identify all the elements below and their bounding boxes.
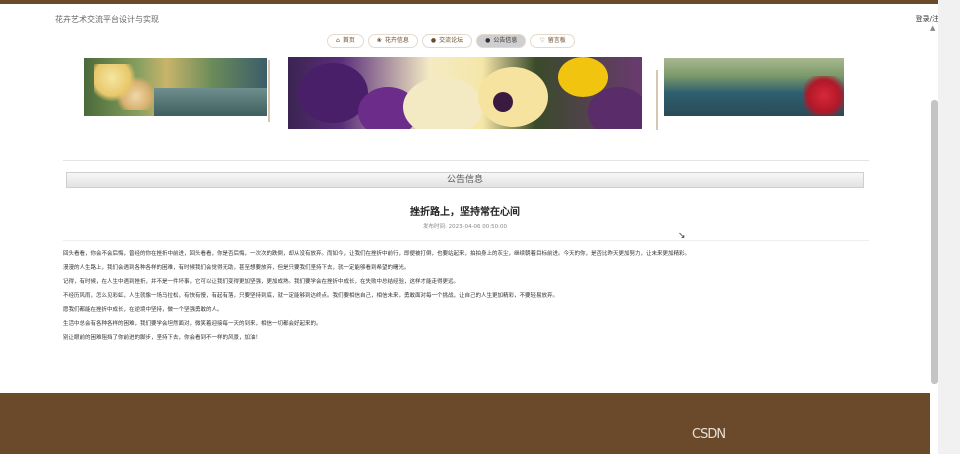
banner-image-pansies[interactable] (288, 57, 642, 129)
section-title: 公告信息 (446, 175, 483, 185)
banner-flowers (94, 64, 154, 110)
banner-divider (268, 60, 270, 122)
mouse-cursor-icon: ↘ (678, 231, 686, 241)
nav-item-home[interactable]: ⌂ 首页 (327, 34, 364, 48)
banner-image-garden[interactable] (84, 58, 267, 116)
paragraph: 别让眼前的困难阻挡了你前进的脚步，坚持下去，你会看到不一样的风景，加油！ (63, 335, 262, 341)
divider (63, 240, 869, 241)
home-icon: ⌂ (336, 37, 340, 44)
banner-water (154, 88, 267, 116)
paragraph: 漫漫的人生路上，我们会遇到各种各样的困难，有时候我们会觉得无助，甚至想要放弃，但… (63, 265, 410, 271)
message-icon: ♡ (539, 37, 545, 44)
paragraph: 愿我们都能在挫折中成长，在逆境中坚持，做一个坚强勇敢的人。 (63, 307, 223, 313)
pansy-petal (403, 77, 483, 129)
nav-item-notice[interactable]: ● 公告信息 (476, 34, 527, 48)
pansy-petal (588, 87, 642, 129)
pansy-petal (478, 67, 548, 127)
notice-icon: ● (485, 37, 491, 44)
nav-item-flowers[interactable]: ❀ 花卉信息 (367, 34, 418, 48)
post-meta: 发布时间: 2023-04-06 00:50:00 (422, 224, 507, 230)
post-content: 回头看看，你会不会后悔，曾经的你在挫折中前进，回头看看，你是否后悔，一次次的跌倒… (63, 251, 859, 349)
paragraph: 记得，有时候，在人生中遇到挫折，并不是一件坏事，它可以让我们变得更加坚强，更加成… (63, 279, 460, 285)
section-title-bar: 公告信息 (66, 172, 864, 188)
pansy-petal (493, 92, 513, 112)
scrollbar-track[interactable] (938, 0, 960, 454)
footer-logo: CSDN (692, 427, 726, 442)
main-nav: ⌂ 首页 ❀ 花卉信息 ● 交流论坛 ● 公告信息 ♡ 留言板 (327, 34, 575, 48)
scroll-up-icon[interactable]: ▲ (930, 24, 938, 32)
banner-red-flowers (804, 76, 844, 116)
divider (63, 160, 869, 161)
paragraph: 不经历风雨，怎么见彩虹，人生就像一场马拉松，有快有慢，有起有落，只要坚持到底，就… (63, 293, 559, 299)
footer (0, 393, 930, 454)
banner-image-lake[interactable] (664, 58, 844, 116)
nav-item-message[interactable]: ♡ 留言板 (530, 34, 575, 48)
paragraph: 生活中总会有各种各样的困难，我们要学会坦然面对，微笑着迎接每一天的到来，相信一切… (63, 321, 322, 327)
nav-item-forum[interactable]: ● 交流论坛 (421, 34, 473, 48)
forum-icon: ● (430, 37, 437, 44)
banner-divider (656, 70, 658, 130)
paragraph: 回头看看，你会不会后悔，曾经的你在挫折中前进，回头看看，你是否后悔，一次次的跌倒… (63, 251, 691, 257)
flower-icon: ❀ (376, 37, 382, 44)
site-title: 花卉艺术交流平台设计与实现 (55, 15, 159, 24)
scrollbar-thumb[interactable] (931, 100, 938, 384)
post-title: 挫折路上，坚持常在心间 (410, 207, 520, 218)
